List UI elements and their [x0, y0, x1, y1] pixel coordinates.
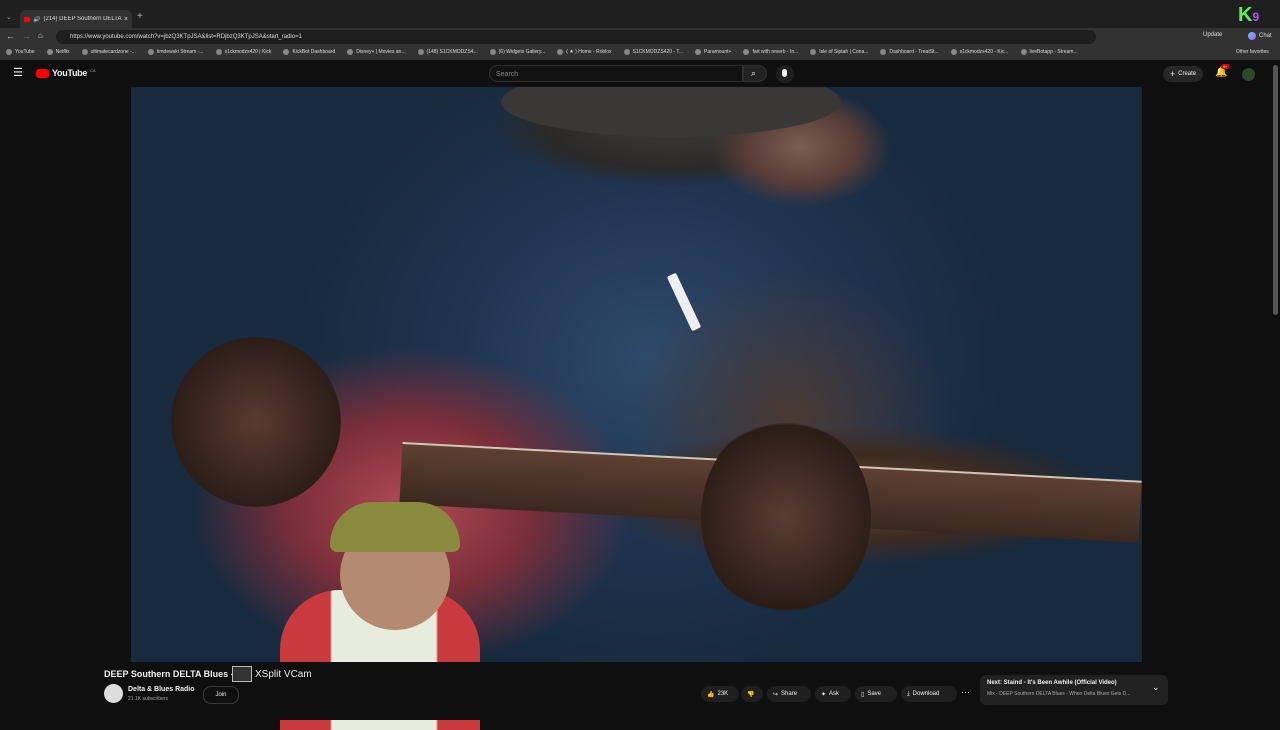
bookmark-item[interactable]: Netflix: [46, 49, 70, 55]
microphone-icon: [782, 69, 787, 77]
vcam-label: XSplit VCam: [255, 668, 312, 680]
ask-button[interactable]: ✦ Ask: [815, 686, 851, 702]
address-bar-row: ← → ⌂ https://www.youtube.com/watch?v=jb…: [0, 28, 1280, 46]
notification-count: 9+: [1221, 64, 1230, 69]
download-button[interactable]: ⤓ Download: [901, 686, 957, 702]
forward-icon[interactable]: →: [22, 31, 31, 41]
other-favorites[interactable]: Other favorites: [1236, 49, 1269, 55]
webcam-person-cap: [330, 502, 460, 552]
share-button[interactable]: ↪ Share: [767, 686, 811, 702]
update-button[interactable]: Update: [1203, 32, 1222, 38]
tab-title: (214) DEEP Southern DELTA: [43, 16, 122, 22]
sparkle-icon: ✦: [821, 691, 827, 698]
video-frame-hat: [501, 87, 841, 137]
download-icon: ⤓: [907, 690, 910, 697]
bookmark-list: YouTube Netflix ultimatecardzone -... ti…: [6, 49, 1206, 55]
bookmark-item[interactable]: ( ★ ) Home - Roblox: [557, 49, 612, 55]
bookmark-item[interactable]: s1ckmodzs420 | Kick: [215, 49, 271, 55]
chat-label: Chat: [1259, 33, 1272, 39]
up-next-card[interactable]: Next: Staind - It's Been Awhile (Officia…: [980, 675, 1168, 705]
xsplit-vcam-watermark: XSplit VCam: [232, 666, 312, 682]
bookmarks-bar: YouTube Netflix ultimatecardzone -... ti…: [0, 46, 1280, 61]
kick-logo-icon: K9: [1238, 4, 1260, 26]
dislike-button[interactable]: 👎: [741, 686, 763, 702]
scrollbar-thumb[interactable]: [1273, 65, 1278, 315]
audio-icon: 🔊: [33, 16, 41, 23]
bookmark-item[interactable]: s1ckmodzs420 - Kic...: [950, 49, 1009, 55]
ask-label: Ask: [829, 691, 840, 697]
channel-avatar[interactable]: [104, 684, 123, 703]
video-frame-cigarette: [666, 272, 702, 332]
search-button[interactable]: ⌕: [743, 65, 767, 82]
copilot-icon: [1248, 32, 1256, 40]
bookmark-item[interactable]: Paramount+: [695, 49, 731, 55]
new-tab-icon[interactable]: +: [137, 11, 143, 22]
more-actions-icon[interactable]: ⋯: [961, 687, 970, 698]
join-button[interactable]: Join: [203, 686, 239, 704]
save-label: Save: [867, 691, 881, 697]
notifications-button[interactable]: 🔔 9+: [1215, 64, 1230, 78]
voice-search-button[interactable]: [776, 65, 794, 83]
chevron-down-icon[interactable]: ⌄: [1152, 682, 1160, 693]
share-icon: ↪: [773, 691, 779, 698]
channel-name[interactable]: Delta & Blues Radio: [128, 686, 195, 693]
video-info-bar: DEEP Southern DELTA Blues - XSplit VCam …: [0, 662, 1280, 720]
video-frame-hand-right: [701, 417, 871, 617]
bookmark-item[interactable]: KickBot Dashboard: [283, 49, 335, 55]
bookmark-item[interactable]: timdewski Stream -...: [147, 49, 204, 55]
youtube-header: ☰ YouTube CA Search ⌕ + Create 🔔 9+: [0, 61, 1280, 87]
bookmark-item[interactable]: Isle of Siptah | Cona...: [810, 49, 868, 55]
bookmark-item[interactable]: (148) S1CKMODZS4...: [417, 49, 478, 55]
tab-youtube[interactable]: 🔊 (214) DEEP Southern DELTA ×: [20, 10, 132, 28]
video-title: DEEP Southern DELTA Blues -: [104, 669, 234, 679]
up-next-subtitle: Mix - DEEP Southern DELTA Blues - When D…: [987, 691, 1131, 697]
youtube-favicon-icon: [24, 16, 30, 22]
bookmark-item[interactable]: (6) Widgets Gallery...: [489, 49, 545, 55]
youtube-play-icon: [36, 68, 49, 78]
share-label: Share: [781, 691, 798, 697]
youtube-logo-text: YouTube: [52, 68, 88, 78]
url-field[interactable]: https://www.youtube.com/watch?v=jbzQ3KTp…: [56, 30, 1096, 44]
close-tab-icon[interactable]: ×: [124, 16, 128, 23]
avatar[interactable]: [1242, 68, 1255, 81]
video-frame-hand: [171, 337, 341, 507]
bookmark-icon: ▯: [861, 691, 865, 698]
bookmark-item[interactable]: S1CKMODZS420 - T...: [623, 49, 683, 55]
save-button[interactable]: ▯ Save: [855, 686, 897, 702]
home-icon[interactable]: ⌂: [38, 31, 43, 40]
create-label: Create: [1178, 71, 1197, 77]
search-icon: ⌕: [751, 68, 757, 78]
chat-button[interactable]: Chat: [1248, 32, 1272, 40]
bookmark-item[interactable]: ultimatecardzone -...: [81, 49, 136, 55]
bookmark-item[interactable]: fart with reverb - In...: [743, 49, 798, 55]
up-next-title: Next: Staind - It's Been Awhile (Officia…: [987, 680, 1117, 686]
bookmark-item[interactable]: Dashboard - TreatSt...: [880, 49, 939, 55]
browser-tab-bar: ⌄ 🔊 (214) DEEP Southern DELTA × + K9: [0, 0, 1280, 28]
download-label: Download: [912, 691, 940, 697]
region-code: CA: [90, 67, 96, 73]
tab-list-chevron-icon[interactable]: ⌄: [6, 13, 12, 21]
thumbs-up-icon: 👍: [707, 691, 715, 698]
thumbs-down-icon: 👎: [747, 691, 755, 698]
youtube-logo[interactable]: YouTube CA: [36, 68, 96, 78]
menu-icon[interactable]: ☰: [13, 66, 23, 79]
create-button[interactable]: + Create: [1163, 66, 1203, 82]
search-input[interactable]: Search: [489, 65, 743, 82]
plus-icon: +: [1169, 69, 1176, 79]
like-count: 23K: [717, 691, 729, 697]
bookmark-item[interactable]: Disney+ | Movies an...: [347, 49, 406, 55]
subscriber-count: 21.1K subscribers: [128, 696, 169, 702]
like-button[interactable]: 👍 23K: [701, 686, 739, 702]
bookmark-item[interactable]: YouTube: [6, 49, 35, 55]
vcam-icon: [232, 666, 252, 682]
bookmark-item[interactable]: liveBotapp - Stream...: [1020, 49, 1078, 55]
back-icon[interactable]: ←: [6, 31, 15, 41]
